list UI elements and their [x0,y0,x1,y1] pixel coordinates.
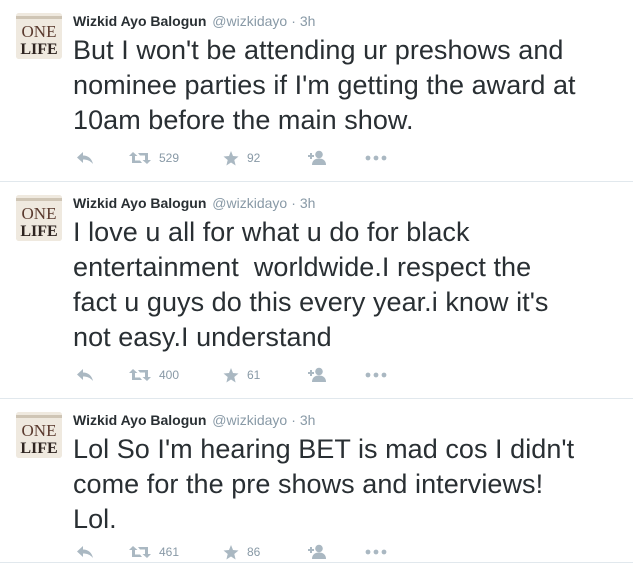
more-icon [365,549,387,555]
retweet-icon [129,152,151,164]
tweet[interactable]: ONE LIFE Wizkid Ayo Balogun @wizkidayo · 3… [0,0,633,182]
tweet-text: I love u all for what u do for black ent… [73,217,549,352]
follow-icon [308,544,326,559]
favorite-button[interactable]: 61 [223,365,260,385]
separator: · [291,13,296,29]
tweet-text: But I won't be attending ur preshows and… [73,35,576,135]
separator: · [291,195,296,211]
tweet-header: Wizkid Ayo Balogun @wizkidayo · 3h [73,12,315,30]
retweet-count: 400 [159,368,180,382]
fullname[interactable]: Wizkid Ayo Balogun [73,195,206,211]
follow-icon [308,150,326,165]
retweet-button[interactable]: 529 [129,148,179,168]
timestamp[interactable]: 3h [300,13,316,29]
favorite-count: 92 [247,151,261,165]
more-button[interactable] [365,542,387,562]
more-button[interactable] [365,148,387,168]
favorite-count: 61 [247,368,261,382]
avatar-text-top: ONE [22,421,57,440]
favorite-button[interactable]: 92 [223,148,260,168]
reply-icon [77,369,93,381]
star-icon [223,544,239,559]
more-button[interactable] [365,365,387,385]
avatar-text-bottom: LIFE [20,41,57,58]
follow-button[interactable] [306,148,328,168]
avatar-text-bottom: LIFE [20,440,57,457]
username[interactable]: @wizkidayo [212,195,287,211]
favorite-button[interactable]: 86 [223,542,260,562]
follow-button[interactable] [306,542,328,562]
avatar-text-top: ONE [22,204,57,223]
reply-button[interactable] [75,542,95,562]
reply-icon [77,152,93,164]
fullname[interactable]: Wizkid Ayo Balogun [73,13,206,29]
retweet-button[interactable]: 461 [129,542,179,562]
tweet[interactable]: ONE LIFE Wizkid Ayo Balogun @wizkidayo · 3… [0,182,633,399]
retweet-count: 461 [159,545,180,559]
avatar[interactable]: ONE LIFE [16,195,62,241]
follow-icon [308,367,326,382]
retweet-button[interactable]: 400 [129,365,179,385]
retweet-icon [129,546,151,558]
timestamp[interactable]: 3h [300,195,316,211]
retweet-count: 529 [159,151,180,165]
reply-button[interactable] [75,148,95,168]
retweet-icon [129,369,151,381]
reply-button[interactable] [75,365,95,385]
tweet-header: Wizkid Ayo Balogun @wizkidayo · 3h [73,411,315,429]
username[interactable]: @wizkidayo [212,13,287,29]
avatar[interactable]: ONE LIFE [16,412,62,458]
username[interactable]: @wizkidayo [212,412,287,428]
more-icon [365,372,387,378]
tweet-header: Wizkid Ayo Balogun @wizkidayo · 3h [73,194,315,212]
star-icon [223,150,239,165]
timestamp[interactable]: 3h [300,412,316,428]
separator: · [291,412,296,428]
fullname[interactable]: Wizkid Ayo Balogun [73,412,206,428]
more-icon [365,155,387,161]
avatar-text-bottom: LIFE [20,223,57,240]
reply-icon [77,546,93,558]
favorite-count: 86 [247,545,261,559]
avatar-text-top: ONE [22,22,57,41]
follow-button[interactable] [306,365,328,385]
tweet[interactable]: ONE LIFE Wizkid Ayo Balogun @wizkidayo · 3… [0,399,633,563]
avatar[interactable]: ONE LIFE [16,13,62,59]
tweet-text: Lol So I'm hearing BET is mad cos I didn… [73,434,575,534]
star-icon [223,367,239,382]
